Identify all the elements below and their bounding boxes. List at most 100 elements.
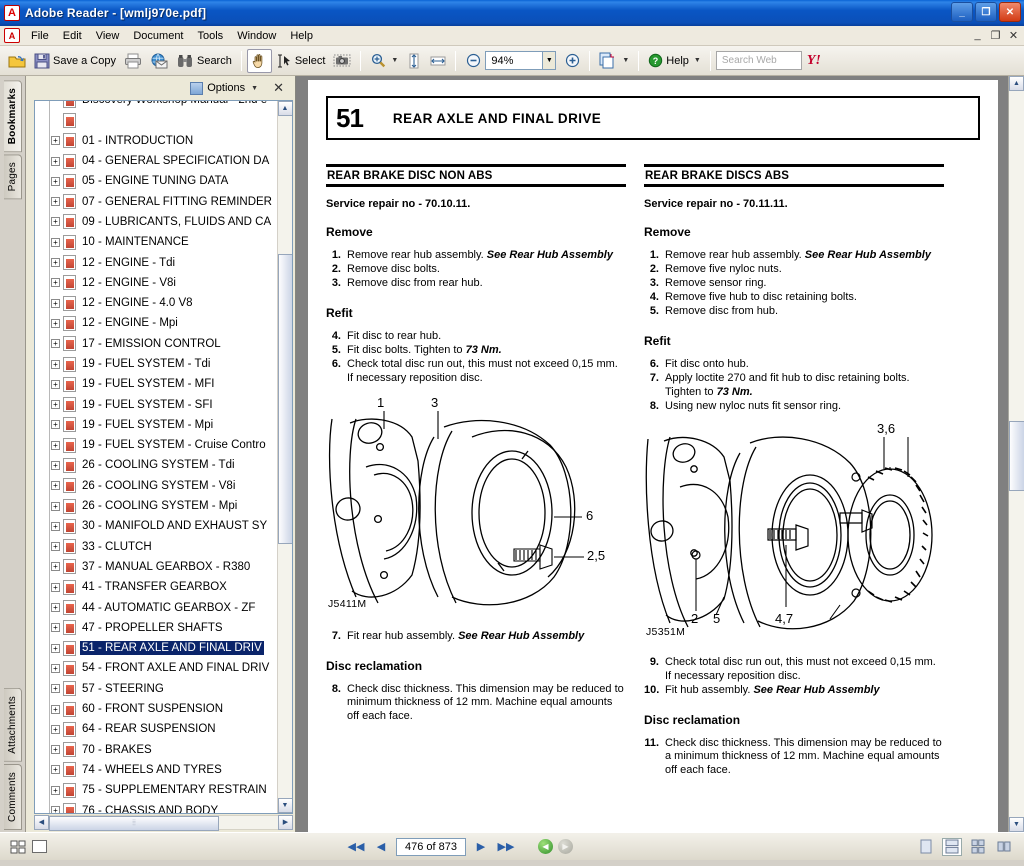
expand-plus-icon[interactable]: + — [51, 339, 60, 349]
bookmark-item[interactable]: +12 - ENGINE - Mpi — [35, 313, 277, 333]
menu-window[interactable]: Window — [230, 28, 283, 44]
save-a-copy-button[interactable]: Save a Copy — [30, 49, 120, 73]
bookmark-item[interactable]: +12 - ENGINE - V8i — [35, 273, 277, 293]
bookmark-item[interactable]: +60 - FRONT SUSPENSION — [35, 699, 277, 719]
page-number-input[interactable]: 476 of 873 — [396, 837, 466, 856]
expand-plus-icon[interactable]: + — [51, 521, 60, 531]
snapshot-tool-button[interactable] — [329, 49, 355, 73]
expand-plus-icon[interactable]: + — [51, 420, 60, 430]
help-button[interactable]: ? Help ▼ — [644, 49, 705, 73]
fit-height-button[interactable] — [402, 49, 426, 73]
tab-comments[interactable]: Comments — [3, 764, 22, 830]
bookmark-item[interactable]: +26 - COOLING SYSTEM - Tdi — [35, 455, 277, 475]
bookmark-item[interactable]: +57 - STEERING — [35, 679, 277, 699]
bookmarks-vertical-scrollbar[interactable]: ▲ ▼ — [277, 101, 292, 813]
bookmark-item[interactable]: +30 - MANIFOLD AND EXHAUST SY — [35, 516, 277, 536]
expand-plus-icon[interactable]: + — [51, 623, 60, 633]
options-button[interactable]: Options ▼ — [185, 80, 263, 97]
hscroll-right-arrow-icon[interactable]: ▶ — [278, 814, 293, 830]
expand-plus-icon[interactable]: + — [51, 501, 60, 511]
scroll-thumb[interactable] — [277, 254, 292, 544]
document-view[interactable]: 51 REAR AXLE AND FINAL DRIVE REAR BRAKE … — [296, 76, 1024, 832]
expand-plus-icon[interactable]: + — [51, 806, 60, 813]
expand-plus-icon[interactable]: + — [51, 663, 60, 673]
next-view-button[interactable]: ▶ — [558, 839, 573, 854]
expand-plus-icon[interactable]: + — [51, 542, 60, 552]
tab-pages[interactable]: Pages — [3, 154, 22, 200]
expand-plus-icon[interactable]: + — [51, 359, 60, 369]
bookmark-item[interactable]: +75 - SUPPLEMENTARY RESTRAIN — [35, 780, 277, 800]
bookmark-item[interactable]: +19 - FUEL SYSTEM - MFI — [35, 374, 277, 394]
zoom-in-stepper-button[interactable] — [560, 49, 584, 73]
bookmark-item[interactable]: +19 - FUEL SYSTEM - Tdi — [35, 354, 277, 374]
expand-plus-icon[interactable]: + — [51, 643, 60, 653]
bookmarks-horizontal-scrollbar[interactable]: ◀ ⦙⦙ ▶ — [34, 814, 293, 831]
expand-plus-icon[interactable]: + — [51, 704, 60, 714]
bookmark-item[interactable]: +37 - MANUAL GEARBOX - R380 — [35, 557, 277, 577]
expand-plus-icon[interactable]: + — [51, 318, 60, 328]
hscroll-left-arrow-icon[interactable]: ◀ — [34, 814, 49, 830]
print-button[interactable] — [120, 49, 146, 73]
menu-tools[interactable]: Tools — [191, 28, 231, 44]
bookmark-item[interactable]: +19 - FUEL SYSTEM - Mpi — [35, 415, 277, 435]
email-button[interactable] — [146, 49, 172, 73]
next-page-button[interactable]: ▶ — [471, 838, 491, 856]
doc-scroll-thumb[interactable] — [1009, 421, 1024, 491]
expand-plus-icon[interactable]: + — [51, 379, 60, 389]
expand-plus-icon[interactable]: + — [51, 440, 60, 450]
mdi-close-button[interactable]: ✕ — [1007, 29, 1020, 42]
bookmark-item[interactable]: +76 - CHASSIS AND BODY — [35, 800, 277, 813]
expand-plus-icon[interactable]: + — [51, 176, 60, 186]
single-page-view-button[interactable] — [916, 838, 936, 856]
menu-help[interactable]: Help — [283, 28, 320, 44]
expand-plus-icon[interactable]: + — [51, 298, 60, 308]
expand-plus-icon[interactable]: + — [51, 237, 60, 247]
doc-scroll-track[interactable] — [1009, 91, 1024, 817]
bookmark-item[interactable]: +10 - MAINTENANCE — [35, 232, 277, 252]
expand-plus-icon[interactable]: + — [51, 684, 60, 694]
zoom-out-button[interactable] — [461, 49, 485, 73]
previous-page-button[interactable]: ◀ — [371, 838, 391, 856]
continuous-view-button[interactable] — [942, 837, 962, 856]
search-button[interactable]: Search — [172, 49, 236, 73]
continuous-facing-view-button[interactable] — [994, 838, 1014, 856]
mdi-restore-button[interactable]: ❐ — [989, 29, 1002, 42]
bookmark-item[interactable]: +09 - LUBRICANTS, FLUIDS AND CA — [35, 212, 277, 232]
bookmark-item[interactable] — [35, 110, 277, 130]
document-vertical-scrollbar[interactable]: ▲ ▼ — [1008, 76, 1024, 832]
bookmark-item[interactable]: +74 - WHEELS AND TYRES — [35, 760, 277, 780]
maximize-button[interactable]: ❐ — [975, 2, 997, 22]
bookmarks-list[interactable]: Discovery Workshop Manual - 2nd e +01 - I… — [35, 101, 277, 813]
expand-plus-icon[interactable]: + — [51, 460, 60, 470]
bookmark-item[interactable]: +64 - REAR SUSPENSION — [35, 719, 277, 739]
bookmark-item[interactable]: +17 - EMISSION CONTROL — [35, 334, 277, 354]
expand-plus-icon[interactable]: + — [51, 785, 60, 795]
page-layout-icon[interactable] — [32, 840, 47, 853]
hscroll-thumb[interactable]: ⦙⦙ — [49, 815, 219, 831]
pdf-converter-button[interactable]: ▼ — [595, 49, 633, 73]
bookmark-item-selected[interactable]: +51 - REAR AXLE AND FINAL DRIV — [35, 638, 277, 658]
bookmark-item[interactable]: +26 - COOLING SYSTEM - Mpi — [35, 496, 277, 516]
fit-width-button[interactable] — [426, 49, 450, 73]
bookmark-item[interactable]: +12 - ENGINE - Tdi — [35, 252, 277, 272]
expand-plus-icon[interactable]: + — [51, 217, 60, 227]
expand-plus-icon[interactable]: + — [51, 136, 60, 146]
bookmark-item[interactable]: +47 - PROPELLER SHAFTS — [35, 618, 277, 638]
bookmark-item[interactable]: +07 - GENERAL FITTING REMINDER — [35, 191, 277, 211]
doc-scroll-up-arrow-icon[interactable]: ▲ — [1009, 76, 1024, 91]
scroll-down-arrow-icon[interactable]: ▼ — [277, 798, 292, 813]
scroll-track[interactable] — [277, 116, 292, 798]
expand-plus-icon[interactable]: + — [51, 258, 60, 268]
yahoo-logo-icon[interactable]: Y! — [807, 53, 821, 69]
select-tool-button[interactable]: Select — [272, 49, 330, 73]
menu-document[interactable]: Document — [126, 28, 190, 44]
expand-plus-icon[interactable]: + — [51, 724, 60, 734]
previous-view-button[interactable]: ◀ — [538, 839, 553, 854]
bookmark-item[interactable]: +70 - BRAKES — [35, 740, 277, 760]
expand-plus-icon[interactable]: + — [51, 481, 60, 491]
zoom-in-button[interactable]: ▼ — [366, 49, 402, 73]
first-page-button[interactable]: ◀◀ — [346, 838, 366, 856]
expand-plus-icon[interactable]: + — [51, 562, 60, 572]
facing-view-button[interactable] — [968, 838, 988, 856]
expand-plus-icon[interactable]: + — [51, 582, 60, 592]
